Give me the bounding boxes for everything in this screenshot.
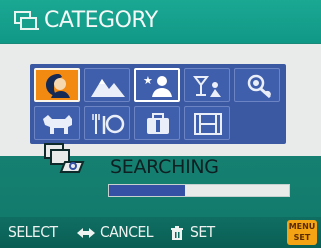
searching-icon — [44, 143, 85, 173]
camera-screen: CATEGORY ★ SEARCHING SELECT CANCEL SET M… — [0, 0, 321, 248]
title-bar: CATEGORY — [0, 0, 321, 43]
category-party[interactable] — [184, 68, 230, 102]
food-party-icon — [193, 76, 221, 97]
category-baby[interactable] — [234, 68, 280, 102]
menu-badge-bottom: SET — [293, 233, 311, 242]
category-icon — [14, 11, 39, 30]
progress-bar — [108, 184, 290, 197]
svg-text:★: ★ — [143, 74, 153, 87]
progress-fill — [109, 185, 185, 196]
status-text: SEARCHING — [110, 156, 219, 178]
video-clip-icon — [194, 113, 222, 135]
night-portrait-icon: ★ — [143, 74, 172, 97]
category-portrait[interactable] — [34, 68, 80, 102]
category-video[interactable] — [184, 106, 230, 140]
category-cuisine[interactable] — [84, 106, 130, 140]
scenery-icon — [91, 79, 125, 97]
portrait-icon — [46, 74, 70, 98]
menu-badge-top: MENU — [288, 222, 316, 231]
cancel-label: CANCEL — [100, 223, 154, 241]
select-label: SELECT — [8, 223, 58, 241]
set-label: SET — [190, 223, 215, 241]
footer-bar: SELECT CANCEL SET MENU SET — [0, 217, 321, 248]
left-right-arrow-icon — [77, 228, 95, 238]
menu-set-button[interactable]: MENU SET — [287, 220, 317, 245]
category-scenery[interactable] — [84, 68, 130, 102]
page-title: CATEGORY — [44, 8, 158, 33]
category-night-portrait[interactable]: ★ — [134, 68, 180, 102]
baby-icon — [247, 74, 271, 99]
travel-icon — [147, 113, 169, 134]
category-travel[interactable] — [134, 106, 180, 140]
trash-icon — [171, 226, 183, 240]
cuisine-icon — [92, 114, 125, 134]
